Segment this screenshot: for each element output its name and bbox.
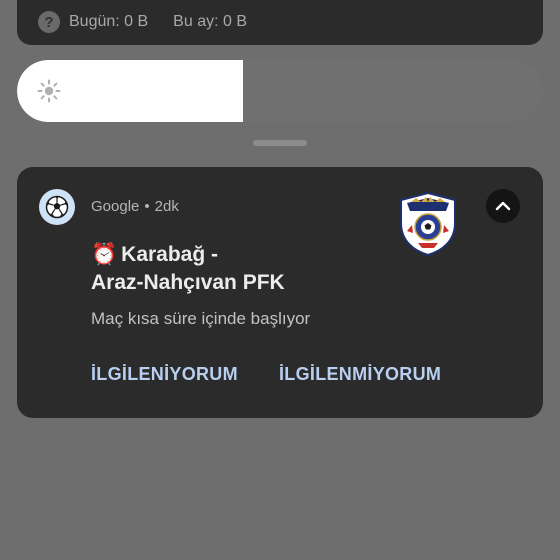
brightness-slider[interactable] — [17, 60, 543, 122]
soccer-ball-icon — [39, 189, 75, 225]
collapse-button[interactable] — [486, 189, 520, 223]
not-interested-button[interactable]: İLGİLENMİYORUM — [279, 364, 441, 385]
alarm-clock-icon: ⏰ — [91, 243, 118, 266]
notification-time: 2dk — [154, 198, 179, 215]
header-separator: • — [144, 198, 150, 215]
team-logo — [400, 191, 456, 257]
app-name: Google — [91, 198, 140, 215]
data-today: Bugün: 0 B — [69, 13, 149, 30]
help-icon[interactable]: ? — [38, 11, 60, 33]
notification-title-line1: ⏰ Karabağ - — [91, 241, 285, 269]
sun-icon — [37, 79, 61, 103]
data-usage-row: ? Bugün: 0 B Bu ay: 0 B — [38, 11, 247, 33]
notification-card[interactable]: Google • 2dk ⏰ Karabağ - Araz-Nahçıvan PFK … — [17, 167, 543, 418]
data-this-month: Bu ay: 0 B — [173, 13, 247, 30]
chevron-up-icon — [495, 201, 511, 211]
drag-handle[interactable] — [253, 140, 307, 146]
notification-title-line2: Araz-Nahçıvan PFK — [91, 271, 285, 294]
interested-button[interactable]: İLGİLENİYORUM — [91, 364, 238, 385]
notification-header: Google • 2dk — [91, 198, 179, 215]
notification-title-text1: Karabağ - — [121, 243, 219, 266]
notification-body: Maç kısa süre içinde başlıyor — [91, 309, 311, 328]
notification-title: ⏰ Karabağ - Araz-Nahçıvan PFK — [91, 241, 285, 297]
data-usage-card: ? Bugün: 0 B Bu ay: 0 B — [17, 0, 543, 45]
